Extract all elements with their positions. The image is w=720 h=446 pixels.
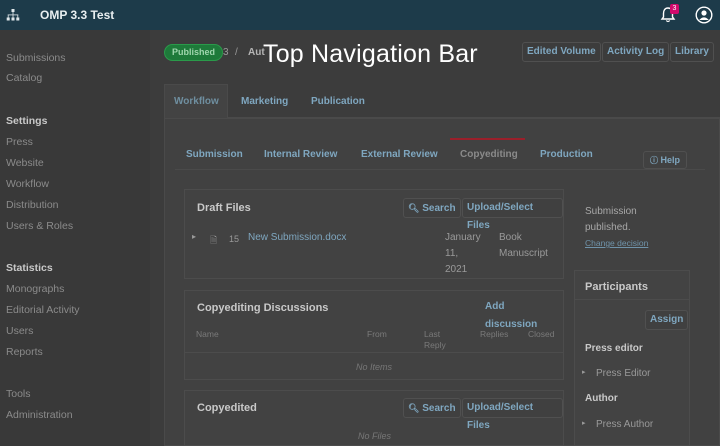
discussions-empty: No Items xyxy=(356,362,393,372)
sidebar-item-submissions[interactable]: Submissions xyxy=(6,52,66,64)
search-icon: 🔍︎ xyxy=(408,203,420,213)
expand-row-icon[interactable]: ▸ xyxy=(192,232,196,241)
info-icon: ⓘ xyxy=(650,156,658,165)
file-date-month: January xyxy=(445,232,481,243)
press-editor-name[interactable]: Press Editor xyxy=(596,368,650,379)
column-last-reply-1[interactable]: Last xyxy=(424,329,440,339)
stage-tab-internal-review[interactable]: Internal Review xyxy=(264,149,337,160)
stage-active-indicator xyxy=(450,138,525,140)
sidebar-item-website[interactable]: Website xyxy=(6,157,44,169)
stage-tab-submission[interactable]: Submission xyxy=(186,149,243,160)
submission-id: 3 xyxy=(223,47,229,58)
column-name[interactable]: Name xyxy=(196,329,219,339)
tab-publication[interactable]: Publication xyxy=(311,96,365,107)
sitemap-icon[interactable] xyxy=(6,8,20,22)
assign-button[interactable]: Assign xyxy=(645,310,689,330)
discussions-title: Copyediting Discussions xyxy=(197,302,329,314)
sidebar-item-administration[interactable]: Administration xyxy=(6,409,73,421)
sidebar-item-reports[interactable]: Reports xyxy=(6,346,43,358)
draft-files-upload-button[interactable]: Upload/Select Files xyxy=(462,198,563,231)
file-name-link[interactable]: New Submission.docx xyxy=(248,232,346,243)
file-type-line1: Book xyxy=(499,232,522,243)
file-id: 15 xyxy=(229,234,240,244)
expand-press-editor-icon[interactable]: ▸ xyxy=(582,368,586,376)
sidebar-item-users[interactable]: Users xyxy=(6,325,33,337)
copyedited-upload-button[interactable]: Upload/Select Files xyxy=(462,398,563,431)
sidebar-item-distribution[interactable]: Distribution xyxy=(6,199,59,211)
library-button[interactable]: Library xyxy=(670,42,714,62)
sidebar-item-press[interactable]: Press xyxy=(6,136,33,148)
sidebar-item-tools[interactable]: Tools xyxy=(6,388,31,400)
status-badge: Published xyxy=(164,44,224,61)
user-icon[interactable] xyxy=(695,6,713,24)
copyedited-search-label: Search xyxy=(422,403,456,414)
author-name[interactable]: Press Author xyxy=(596,419,653,430)
press-editor-heading: Press editor xyxy=(585,343,643,354)
sidebar-item-workflow[interactable]: Workflow xyxy=(6,178,49,190)
decision-status-line2: published. xyxy=(585,222,631,233)
sidebar-item-catalog[interactable]: Catalog xyxy=(6,72,42,84)
breadcrumb-separator: / xyxy=(235,47,238,58)
add-discussion-button[interactable]: Add discussion xyxy=(481,298,563,330)
sidebar-item-editorial-activity[interactable]: Editorial Activity xyxy=(6,304,80,316)
stage-tab-external-review[interactable]: External Review xyxy=(361,149,438,160)
stage-divider xyxy=(175,169,705,170)
change-decision-link[interactable]: Change decision xyxy=(585,238,648,248)
column-closed[interactable]: Closed xyxy=(528,329,554,339)
sidebar xyxy=(0,30,150,446)
tab-marketing[interactable]: Marketing xyxy=(241,96,288,107)
file-type-line2: Manuscript xyxy=(499,248,548,259)
draft-files-title: Draft Files xyxy=(197,202,251,214)
participants-heading: Participants xyxy=(585,281,648,293)
activity-log-button[interactable]: Activity Log xyxy=(602,42,670,62)
participants-divider xyxy=(575,299,689,300)
stage-tab-production[interactable]: Production xyxy=(540,149,593,160)
draft-files-search-label: Search xyxy=(422,203,456,214)
expand-author-icon[interactable]: ▸ xyxy=(582,419,586,427)
file-date-day: 11, xyxy=(445,248,459,259)
stage-tab-copyediting[interactable]: Copyediting xyxy=(460,149,518,160)
document-icon: 🗎︎ xyxy=(210,235,218,245)
edited-volume-button[interactable]: Edited Volume xyxy=(522,42,601,62)
column-from[interactable]: From xyxy=(367,329,387,339)
search-icon: 🔍︎ xyxy=(408,403,420,413)
top-navigation-bar: OMP 3.3 Test 3 xyxy=(0,0,720,30)
help-button[interactable]: ⓘ Help xyxy=(643,151,688,169)
decision-status-line1: Submission xyxy=(585,206,637,217)
sidebar-heading-settings: Settings xyxy=(6,115,48,127)
draft-files-search-button[interactable]: 🔍︎ Search xyxy=(403,198,461,218)
column-replies[interactable]: Replies xyxy=(480,329,508,339)
help-label: Help xyxy=(660,155,681,165)
column-last-reply-2[interactable]: Reply xyxy=(424,340,446,350)
sidebar-heading-statistics: Statistics xyxy=(6,262,53,274)
app-title[interactable]: OMP 3.3 Test xyxy=(40,8,114,22)
copyedited-search-button[interactable]: 🔍︎ Search xyxy=(403,398,461,418)
sidebar-item-monographs[interactable]: Monographs xyxy=(6,283,64,295)
sidebar-item-users-roles[interactable]: Users & Roles xyxy=(6,220,73,232)
overlay-label: Top Navigation Bar xyxy=(263,40,478,68)
tab-workflow[interactable]: Workflow xyxy=(174,96,219,107)
copyedited-empty: No Files xyxy=(358,431,392,441)
discussions-divider xyxy=(185,352,563,353)
notification-badge: 3 xyxy=(670,4,679,14)
author-heading: Author xyxy=(585,393,618,404)
copyedited-title: Copyedited xyxy=(197,402,257,414)
file-date-year: 2021 xyxy=(445,264,468,275)
